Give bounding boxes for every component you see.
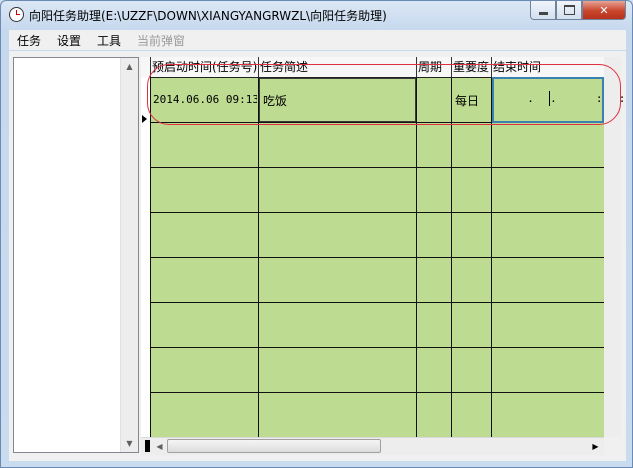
grid-divider: [151, 212, 604, 213]
scroll-up-icon[interactable]: ▲: [121, 58, 138, 75]
scroll-thumb[interactable]: [167, 439, 381, 453]
scroll-left-arrow-icon[interactable]: ◀: [151, 438, 168, 455]
task-list[interactable]: ▲ ▼: [13, 57, 139, 453]
grid-vertical-scrollbar[interactable]: [604, 57, 621, 447]
scroll-right-icon[interactable]: ▶: [587, 438, 604, 455]
grid-horizontal-scrollbar[interactable]: ◀ ▶: [141, 437, 604, 455]
scroll-down-icon[interactable]: ▼: [121, 435, 138, 452]
size-grip[interactable]: [604, 437, 621, 454]
task-list-scrollbar[interactable]: ▲ ▼: [120, 58, 138, 452]
grid-divider: [151, 167, 604, 168]
close-icon: ✕: [599, 3, 609, 17]
column-description[interactable]: 任务简述: [259, 57, 417, 77]
column-period[interactable]: 周期: [417, 57, 452, 77]
window-title: 向阳任务助理(E:\UZZF\DOWN\XIANGYANGRWZL\向阳任务助理…: [29, 9, 387, 23]
row-period[interactable]: 每日: [455, 92, 479, 109]
minimize-icon: [538, 11, 548, 15]
row-description[interactable]: 吃饭: [263, 92, 287, 109]
row-start-time[interactable]: 2014.06.06 09:13:3: [153, 93, 257, 106]
main-window: 向阳任务助理(E:\UZZF\DOWN\XIANGYANGRWZL\向阳任务助理…: [0, 0, 633, 468]
grid-divider: [151, 392, 604, 393]
column-start-time[interactable]: 预启动时间(任务号): [151, 57, 259, 77]
window-controls: ✕: [530, 1, 626, 21]
column-end-time[interactable]: 结束时间: [492, 57, 604, 77]
menu-current-popup[interactable]: 当前弹窗: [129, 32, 193, 49]
row-indicator-column: [141, 77, 151, 447]
maximize-button[interactable]: [556, 1, 582, 20]
row-header-corner: [141, 57, 151, 77]
menu-settings[interactable]: 设置: [49, 32, 89, 49]
title-bar[interactable]: 向阳任务助理(E:\UZZF\DOWN\XIANGYANGRWZL\向阳任务助理…: [1, 1, 632, 29]
alarm-clock-icon[interactable]: [9, 7, 24, 22]
client-area: ▲ ▼ 预启动时间(任务号) 任务简述 周期 重要度 结束时间 2014.06.…: [9, 51, 626, 461]
minimize-button[interactable]: [530, 1, 556, 20]
end-time-editor[interactable]: . . : :: [492, 77, 625, 123]
menu-bar: 任务 设置 工具 当前弹窗: [9, 30, 626, 50]
close-button[interactable]: ✕: [582, 1, 626, 20]
current-row-arrow-icon: [142, 115, 147, 123]
menu-tools[interactable]: 工具: [89, 32, 129, 49]
menu-task[interactable]: 任务: [9, 32, 49, 49]
grid-divider: [151, 302, 604, 303]
grid-divider: [151, 347, 604, 348]
column-importance[interactable]: 重要度: [452, 57, 492, 77]
text-caret: [549, 91, 550, 106]
grid-divider: [151, 257, 604, 258]
maximize-icon: [563, 5, 575, 15]
grid-header: 预启动时间(任务号) 任务简述 周期 重要度 结束时间: [141, 57, 604, 78]
grid-body[interactable]: 2014.06.06 09:13:3 吃饭 每日 重要: [151, 78, 604, 447]
task-grid[interactable]: 预启动时间(任务号) 任务简述 周期 重要度 结束时间 2014.06.06 0…: [141, 57, 625, 447]
scroll-start-marker: [145, 440, 150, 452]
